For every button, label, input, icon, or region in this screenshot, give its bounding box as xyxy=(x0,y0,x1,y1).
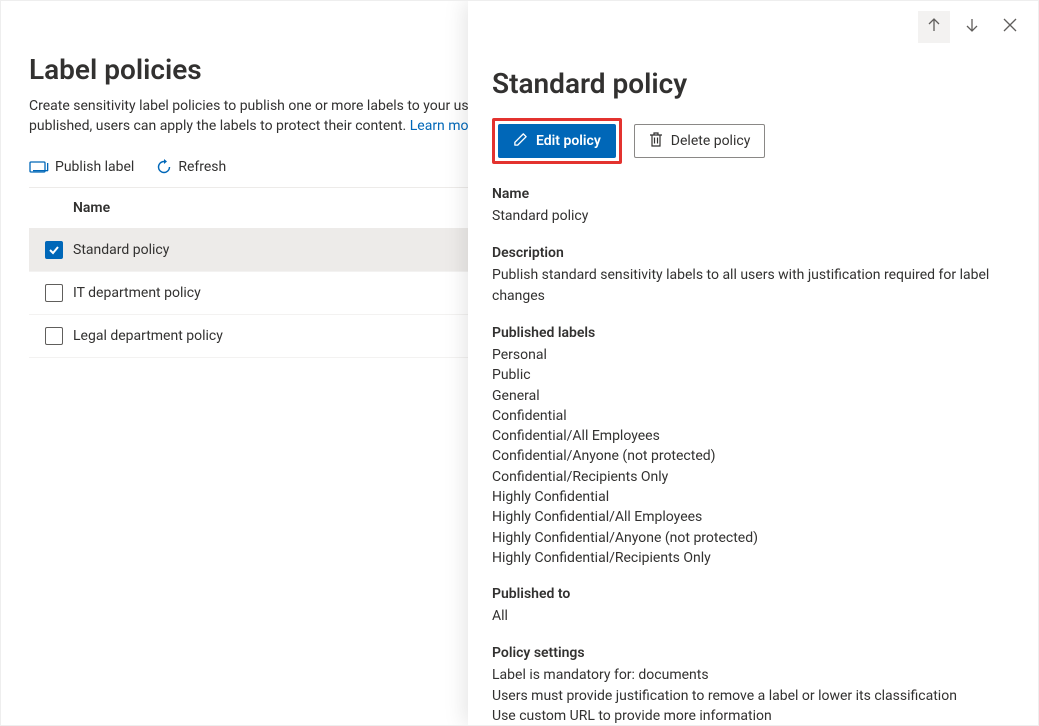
published-label-item: Confidential/Recipients Only xyxy=(492,467,1014,487)
published-label-item: Highly Confidential/Recipients Only xyxy=(492,548,1014,568)
column-name[interactable]: Name xyxy=(73,200,110,216)
row-checkbox[interactable] xyxy=(45,241,63,259)
published-label-item: General xyxy=(492,386,1014,406)
up-arrow-button[interactable] xyxy=(918,11,950,43)
description-label: Description xyxy=(492,245,1014,261)
policy-setting-item: Use custom URL to provide more informati… xyxy=(492,706,1014,725)
published-label-item: Personal xyxy=(492,345,1014,365)
row-name: IT department policy xyxy=(73,285,201,301)
policy-setting-item: Users must provide justification to remo… xyxy=(492,686,1014,706)
delete-button-label: Delete policy xyxy=(671,133,751,149)
edit-button-label: Edit policy xyxy=(536,133,601,149)
policy-settings-list: Label is mandatory for: documentsUsers m… xyxy=(492,665,1014,725)
published-label-item: Highly Confidential/Anyone (not protecte… xyxy=(492,528,1014,548)
refresh-button[interactable]: Refresh xyxy=(156,159,226,175)
publish-label-text: Publish label xyxy=(55,159,134,175)
arrow-down-icon xyxy=(964,17,980,37)
row-name: Legal department policy xyxy=(73,328,223,344)
delete-icon xyxy=(649,132,663,151)
published-labels-label: Published labels xyxy=(492,325,1014,341)
published-to-label: Published to xyxy=(492,586,1014,602)
close-button[interactable] xyxy=(994,11,1026,43)
published-label-item: Highly Confidential/All Employees xyxy=(492,507,1014,527)
row-name: Standard policy xyxy=(73,242,169,258)
row-checkbox[interactable] xyxy=(45,327,63,345)
name-value: Standard policy xyxy=(492,206,1014,227)
policy-settings-label: Policy settings xyxy=(492,645,1014,661)
details-panel: Standard policy Edit policy xyxy=(468,1,1038,725)
panel-title: Standard policy xyxy=(492,67,1014,100)
published-to-value: All xyxy=(492,606,1014,627)
row-checkbox[interactable] xyxy=(45,284,63,302)
published-label-item: Public xyxy=(492,365,1014,385)
close-icon xyxy=(1003,18,1017,36)
published-label-item: Highly Confidential xyxy=(492,487,1014,507)
arrow-up-icon xyxy=(926,17,942,37)
down-arrow-button[interactable] xyxy=(956,11,988,43)
refresh-icon xyxy=(156,159,172,175)
publish-label-button[interactable]: Publish label xyxy=(29,159,134,175)
published-label-item: Confidential/All Employees xyxy=(492,426,1014,446)
description-value: Publish standard sensitivity labels to a… xyxy=(492,265,1014,307)
refresh-text: Refresh xyxy=(178,159,226,175)
edit-highlight: Edit policy xyxy=(492,118,622,164)
edit-policy-button[interactable]: Edit policy xyxy=(498,124,616,158)
policy-setting-item: Label is mandatory for: documents xyxy=(492,665,1014,685)
edit-icon xyxy=(513,132,528,151)
publish-icon xyxy=(29,159,49,175)
published-label-item: Confidential/Anyone (not protected) xyxy=(492,446,1014,466)
published-labels-list: PersonalPublicGeneralConfidentialConfide… xyxy=(492,345,1014,568)
published-label-item: Confidential xyxy=(492,406,1014,426)
delete-policy-button[interactable]: Delete policy xyxy=(634,124,766,158)
name-label: Name xyxy=(492,186,1014,202)
